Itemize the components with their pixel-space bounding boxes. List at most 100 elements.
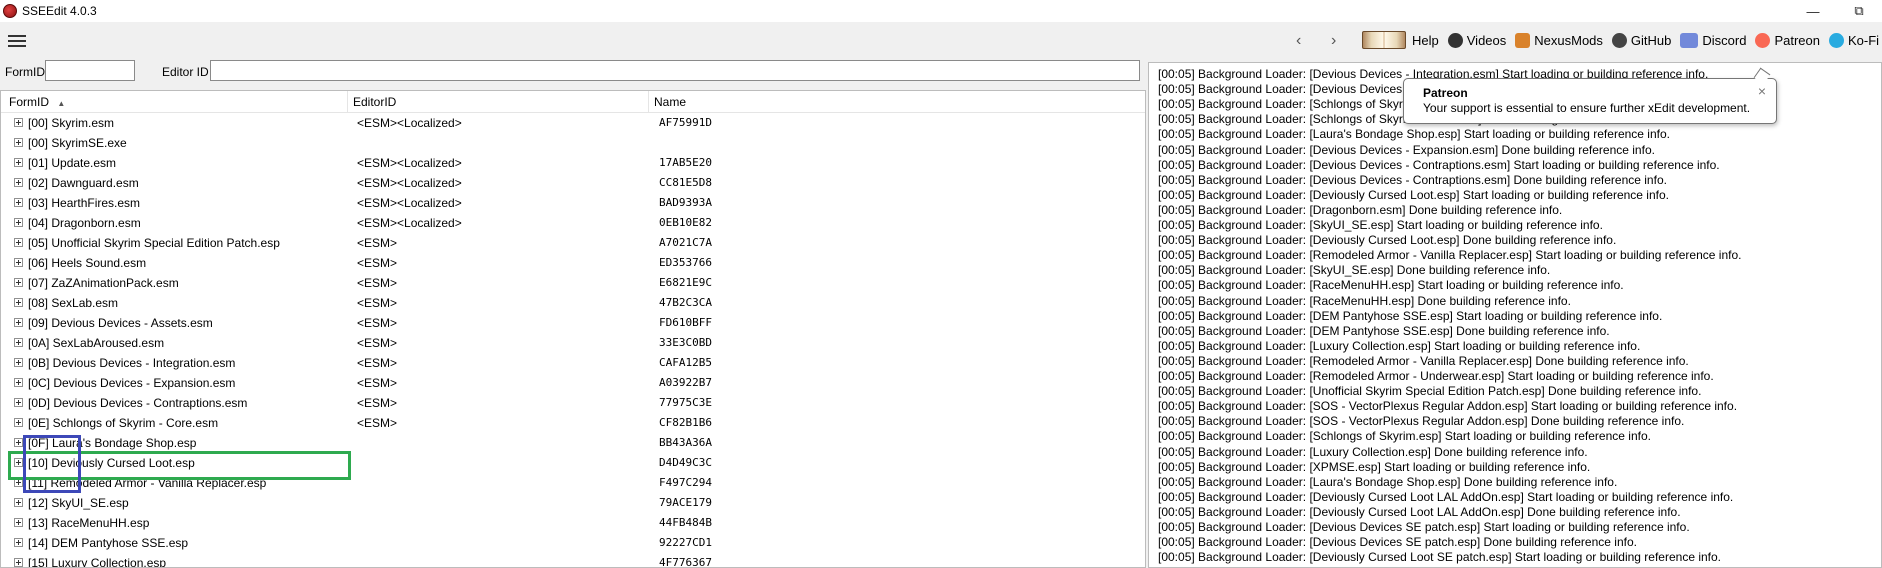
discord-link[interactable]: Discord xyxy=(1680,32,1746,48)
menu-icon[interactable] xyxy=(8,35,26,47)
expand-icon[interactable] xyxy=(14,498,23,507)
log-line: [00:05] Background Loader: [SkyUI_SE.esp… xyxy=(1158,218,1603,232)
expand-icon[interactable] xyxy=(14,278,23,287)
videos-link[interactable]: Videos xyxy=(1447,32,1506,48)
log-line: [00:05] Background Loader: [Remodeled Ar… xyxy=(1158,248,1742,263)
tree-row[interactable]: [12] SkyUI_SE.esp 79ACE179 xyxy=(1,493,1145,513)
help-link[interactable]: Help xyxy=(1362,31,1439,49)
column-divider[interactable] xyxy=(347,91,348,113)
tree-row[interactable]: [05] Unofficial Skyrim Special Edition P… xyxy=(1,233,1145,253)
kofi-icon xyxy=(1829,32,1844,48)
messages-log[interactable]: [00:05] Background Loader: [Devious Devi… xyxy=(1148,62,1882,568)
expand-icon[interactable] xyxy=(14,158,23,167)
log-line: [00:05] Background Loader: [Unofficial S… xyxy=(1158,384,1702,399)
tree-row[interactable]: [07] ZaZAnimationPack.esm <ESM> E6821E9C xyxy=(1,273,1145,293)
tree-row[interactable]: [15] Luxury Collection.esp 4F776367 xyxy=(1,553,1145,567)
plugin-hash: 92227CD1 xyxy=(659,536,712,549)
plugin-editorid: <ESM> xyxy=(357,416,398,430)
toolbar: ‹ › Help Videos NexusMods GitHub Discord… xyxy=(0,22,1882,58)
plugin-hash: BAD9393A xyxy=(659,196,712,209)
expand-icon[interactable] xyxy=(14,378,23,387)
expand-icon[interactable] xyxy=(14,218,23,227)
expand-icon[interactable] xyxy=(14,138,23,147)
log-line: [00:05] Background Loader: [Laura's Bond… xyxy=(1158,474,1618,489)
plugin-editorid: <ESM> xyxy=(357,256,398,270)
window-title: SSEEdit 4.0.3 xyxy=(22,4,97,18)
expand-icon[interactable] xyxy=(14,258,23,267)
tree-row[interactable]: [00] SkyrimSE.exe xyxy=(1,133,1145,153)
column-header-editorid[interactable]: EditorID xyxy=(353,95,396,109)
plugin-editorid: <ESM><Localized> xyxy=(357,156,462,170)
back-arrow-icon[interactable]: ‹ xyxy=(1296,32,1301,50)
plugin-hash: 17AB5E20 xyxy=(659,156,712,169)
close-icon[interactable]: × xyxy=(1758,83,1766,99)
column-divider[interactable] xyxy=(648,91,649,113)
expand-icon[interactable] xyxy=(14,338,23,347)
sort-ascending-icon: ▲ xyxy=(57,99,66,108)
plugin-hash: AF75991D xyxy=(659,116,712,129)
plugin-name: [09] Devious Devices - Assets.esm xyxy=(28,316,213,330)
tree-row[interactable]: [06] Heels Sound.esm <ESM> ED353766 xyxy=(1,253,1145,273)
tree-row[interactable]: [00] Skyrim.esm <ESM><Localized> AF75991D xyxy=(1,113,1145,133)
tree-row[interactable]: [0D] Devious Devices - Contraptions.esm <… xyxy=(1,393,1145,413)
log-line: [00:05] Background Loader: [Remodeled Ar… xyxy=(1158,369,1714,383)
minimize-button[interactable]: — xyxy=(1790,0,1836,22)
expand-icon[interactable] xyxy=(14,198,23,207)
plugin-name: [0C] Devious Devices - Expansion.esm xyxy=(28,376,236,390)
expand-icon[interactable] xyxy=(14,178,23,187)
window-controls: — ⧉ xyxy=(1790,0,1882,22)
forward-arrow-icon[interactable]: › xyxy=(1331,32,1336,50)
plugin-editorid: <ESM> xyxy=(357,276,398,290)
plugin-editorid: <ESM> xyxy=(357,336,398,350)
tree-row[interactable]: [02] Dawnguard.esm <ESM><Localized> CC81E5… xyxy=(1,173,1145,193)
column-header-name[interactable]: Name xyxy=(654,95,686,109)
expand-icon[interactable] xyxy=(14,238,23,247)
tooltip-text: Your support is essential to ensure furt… xyxy=(1423,101,1751,115)
github-link[interactable]: GitHub xyxy=(1611,32,1671,48)
expand-icon[interactable] xyxy=(14,418,23,427)
editorid-input[interactable] xyxy=(210,60,1140,81)
tree-row[interactable]: [0E] Schlongs of Skyrim - Core.esm <ESM> C… xyxy=(1,413,1145,433)
plugin-editorid: <ESM> xyxy=(357,356,398,370)
tree-row[interactable]: [14] DEM Pantyhose SSE.esp 92227CD1 xyxy=(1,533,1145,553)
tree-row[interactable]: [0F] Laura's Bondage Shop.esp BB43A36A xyxy=(1,433,1145,453)
plugin-hash: 33E3C0BD xyxy=(659,336,712,349)
tree-row[interactable]: [09] Devious Devices - Assets.esm <ESM> FD… xyxy=(1,313,1145,333)
expand-icon[interactable] xyxy=(14,518,23,527)
plugin-hash: A03922B7 xyxy=(659,376,712,389)
patreon-link[interactable]: Patreon xyxy=(1755,32,1820,48)
plugin-name: [0B] Devious Devices - Integration.esm xyxy=(28,356,236,370)
tree-row[interactable]: [01] Update.esm <ESM><Localized> 17AB5E20 xyxy=(1,153,1145,173)
title-bar: SSEEdit 4.0.3 — ⧉ xyxy=(0,0,1882,22)
tree-row[interactable]: [13] RaceMenuHH.esp 44FB484B xyxy=(1,513,1145,533)
book-icon xyxy=(1362,31,1406,49)
tree-row[interactable]: [0A] SexLabAroused.esm <ESM> 33E3C0BD xyxy=(1,333,1145,353)
plugin-hash: 77975C3E xyxy=(659,396,712,409)
expand-icon[interactable] xyxy=(14,318,23,327)
restore-button[interactable]: ⧉ xyxy=(1836,0,1882,22)
formid-input[interactable] xyxy=(45,60,135,81)
expand-icon[interactable] xyxy=(14,398,23,407)
plugin-hash: F497C294 xyxy=(659,476,712,489)
expand-icon[interactable] xyxy=(14,118,23,127)
nexusmods-link[interactable]: NexusMods xyxy=(1515,32,1603,48)
kofi-link[interactable]: Ko-Fi xyxy=(1829,32,1879,48)
column-header-formid[interactable]: FormID ▲ xyxy=(9,95,65,109)
log-line: [00:05] Background Loader: [Devious Devi… xyxy=(1158,520,1690,534)
expand-icon[interactable] xyxy=(14,558,23,567)
tree-row[interactable]: [0C] Devious Devices - Expansion.esm <ESM… xyxy=(1,373,1145,393)
tree-row[interactable]: [04] Dragonborn.esm <ESM><Localized> 0EB10… xyxy=(1,213,1145,233)
tree-row[interactable]: [0B] Devious Devices - Integration.esm <E… xyxy=(1,353,1145,373)
log-line: [00:05] Background Loader: [Deviously Cu… xyxy=(1158,504,1681,519)
expand-icon[interactable] xyxy=(14,298,23,307)
expand-icon[interactable] xyxy=(14,538,23,547)
log-line: [00:05] Background Loader: [Remodeled Ar… xyxy=(1158,353,1689,368)
tooltip-title: Patreon xyxy=(1423,86,1468,100)
tree-row[interactable]: [03] HearthFires.esm <ESM><Localized> BAD9… xyxy=(1,193,1145,213)
plugin-editorid: <ESM> xyxy=(357,376,398,390)
tree-row[interactable]: [08] SexLab.esm <ESM> 47B2C3CA xyxy=(1,293,1145,313)
log-line: [00:05] Background Loader: [SOS - Vector… xyxy=(1158,399,1738,414)
expand-icon[interactable] xyxy=(14,358,23,367)
plugin-editorid: <ESM><Localized> xyxy=(357,216,462,230)
expand-icon[interactable] xyxy=(14,438,23,447)
